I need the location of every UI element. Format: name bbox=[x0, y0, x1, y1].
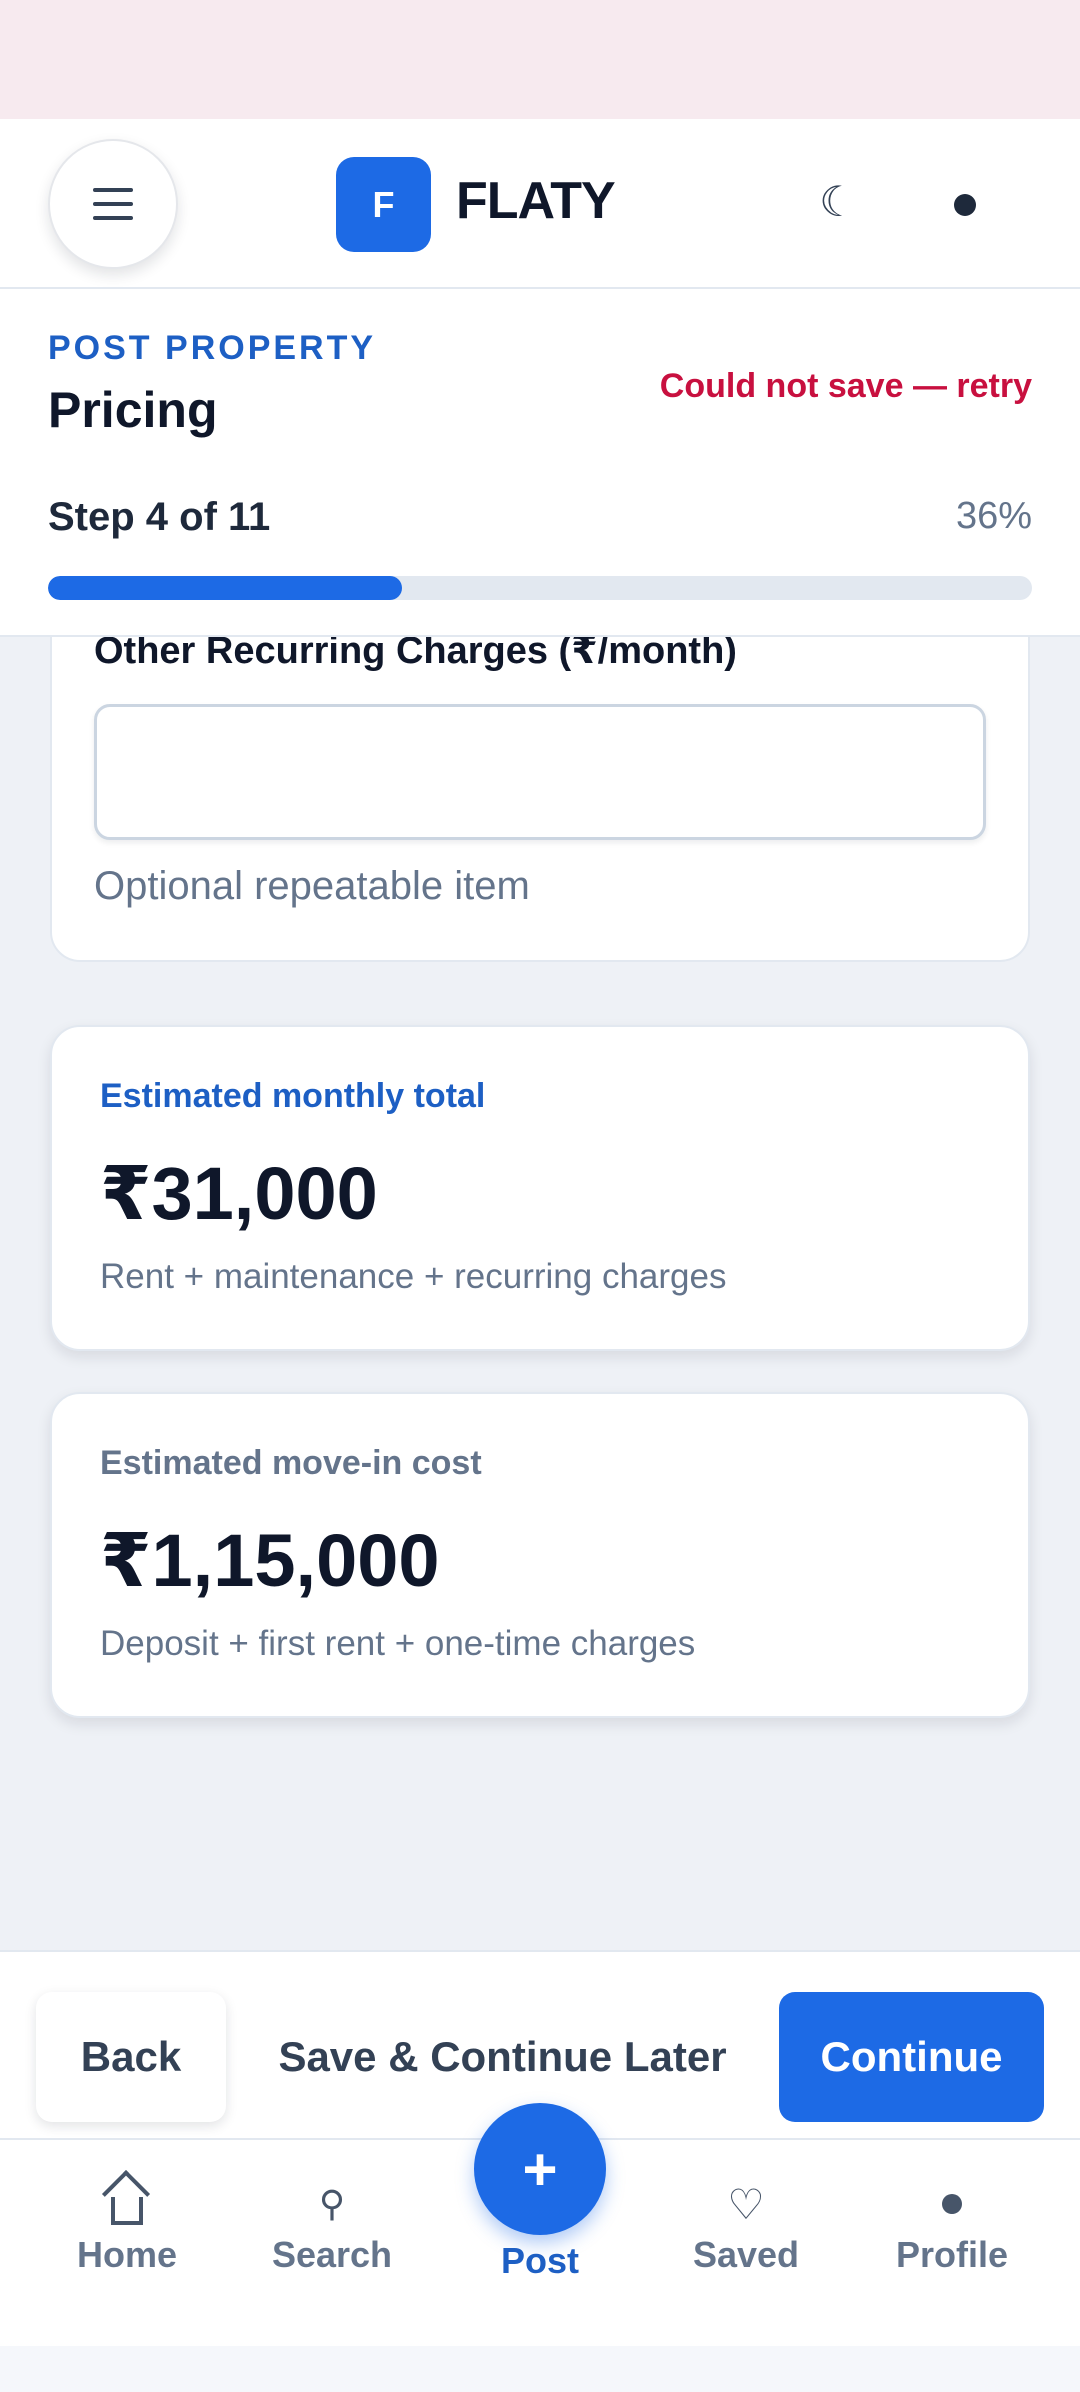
step-counter: Step 4 of 11 bbox=[48, 495, 271, 539]
progress-bar bbox=[48, 576, 1032, 600]
field-hint: Optional repeatable item bbox=[94, 864, 530, 908]
nav-saved-label: Saved bbox=[692, 2234, 800, 2275]
nav-profile[interactable]: Profile bbox=[852, 2140, 1052, 2348]
nav-home-label: Home bbox=[76, 2234, 178, 2275]
home-icon bbox=[111, 2197, 143, 2225]
plus-icon: + bbox=[522, 2135, 558, 2203]
step-eyebrow: POST PROPERTY bbox=[48, 329, 377, 367]
monthly-total-card: Estimated monthly total ₹31,000 Rent + m… bbox=[50, 1025, 1030, 1351]
account-icon[interactable] bbox=[954, 194, 976, 216]
brand-name: FLATY bbox=[456, 172, 616, 230]
nav-profile-label: Profile bbox=[895, 2234, 1009, 2275]
monthly-total-amount: ₹31,000 bbox=[100, 1152, 378, 1235]
nav-home[interactable]: Home bbox=[27, 2140, 227, 2348]
movein-cost-label: Estimated move-in cost bbox=[100, 1444, 482, 1482]
movein-cost-description: Deposit + first rent + one-time charges bbox=[100, 1624, 696, 1663]
heart-icon: ♡ bbox=[727, 2179, 765, 2229]
step-header: POST PROPERTY Pricing Could not save — r… bbox=[0, 289, 1080, 637]
nav-saved[interactable]: ♡ Saved bbox=[646, 2140, 846, 2348]
nav-search-label: Search bbox=[271, 2234, 393, 2275]
menu-button[interactable] bbox=[48, 139, 178, 269]
movein-cost-amount: ₹1,15,000 bbox=[100, 1519, 440, 1602]
moon-icon[interactable]: ☾ bbox=[808, 171, 868, 231]
movein-cost-card: Estimated move-in cost ₹1,15,000 Deposit… bbox=[50, 1392, 1030, 1718]
field-label: Other Recurring Charges (₹/month) bbox=[94, 637, 737, 672]
app-header: F FLATY ☾ bbox=[0, 119, 1080, 289]
scroll-content[interactable]: Other Recurring Charges (₹/month) Option… bbox=[0, 637, 1080, 1950]
nav-post-label[interactable]: Post bbox=[440, 2240, 640, 2282]
save-continue-later-button[interactable]: Save & Continue Later bbox=[270, 1992, 735, 2122]
continue-button[interactable]: Continue bbox=[779, 1992, 1044, 2122]
search-icon: ⚲ bbox=[318, 2183, 346, 2225]
back-button[interactable]: Back bbox=[36, 1992, 226, 2122]
monthly-total-label: Estimated monthly total bbox=[100, 1077, 486, 1115]
page-title: Pricing bbox=[48, 382, 218, 438]
profile-icon bbox=[942, 2194, 962, 2214]
step-percent: 36% bbox=[955, 495, 1032, 537]
recurring-charges-input[interactable] bbox=[94, 704, 986, 840]
menu-icon bbox=[93, 188, 133, 220]
status-bar bbox=[0, 0, 1080, 119]
monthly-total-description: Rent + maintenance + recurring charges bbox=[100, 1257, 727, 1296]
nav-search[interactable]: ⚲ Search bbox=[232, 2140, 432, 2348]
system-nav-strip bbox=[0, 2346, 1080, 2392]
logo-badge: F bbox=[336, 157, 431, 252]
post-fab-button[interactable]: + bbox=[474, 2103, 606, 2235]
save-status-retry[interactable]: Could not save — retry bbox=[660, 367, 1032, 406]
progress-fill bbox=[48, 576, 403, 600]
